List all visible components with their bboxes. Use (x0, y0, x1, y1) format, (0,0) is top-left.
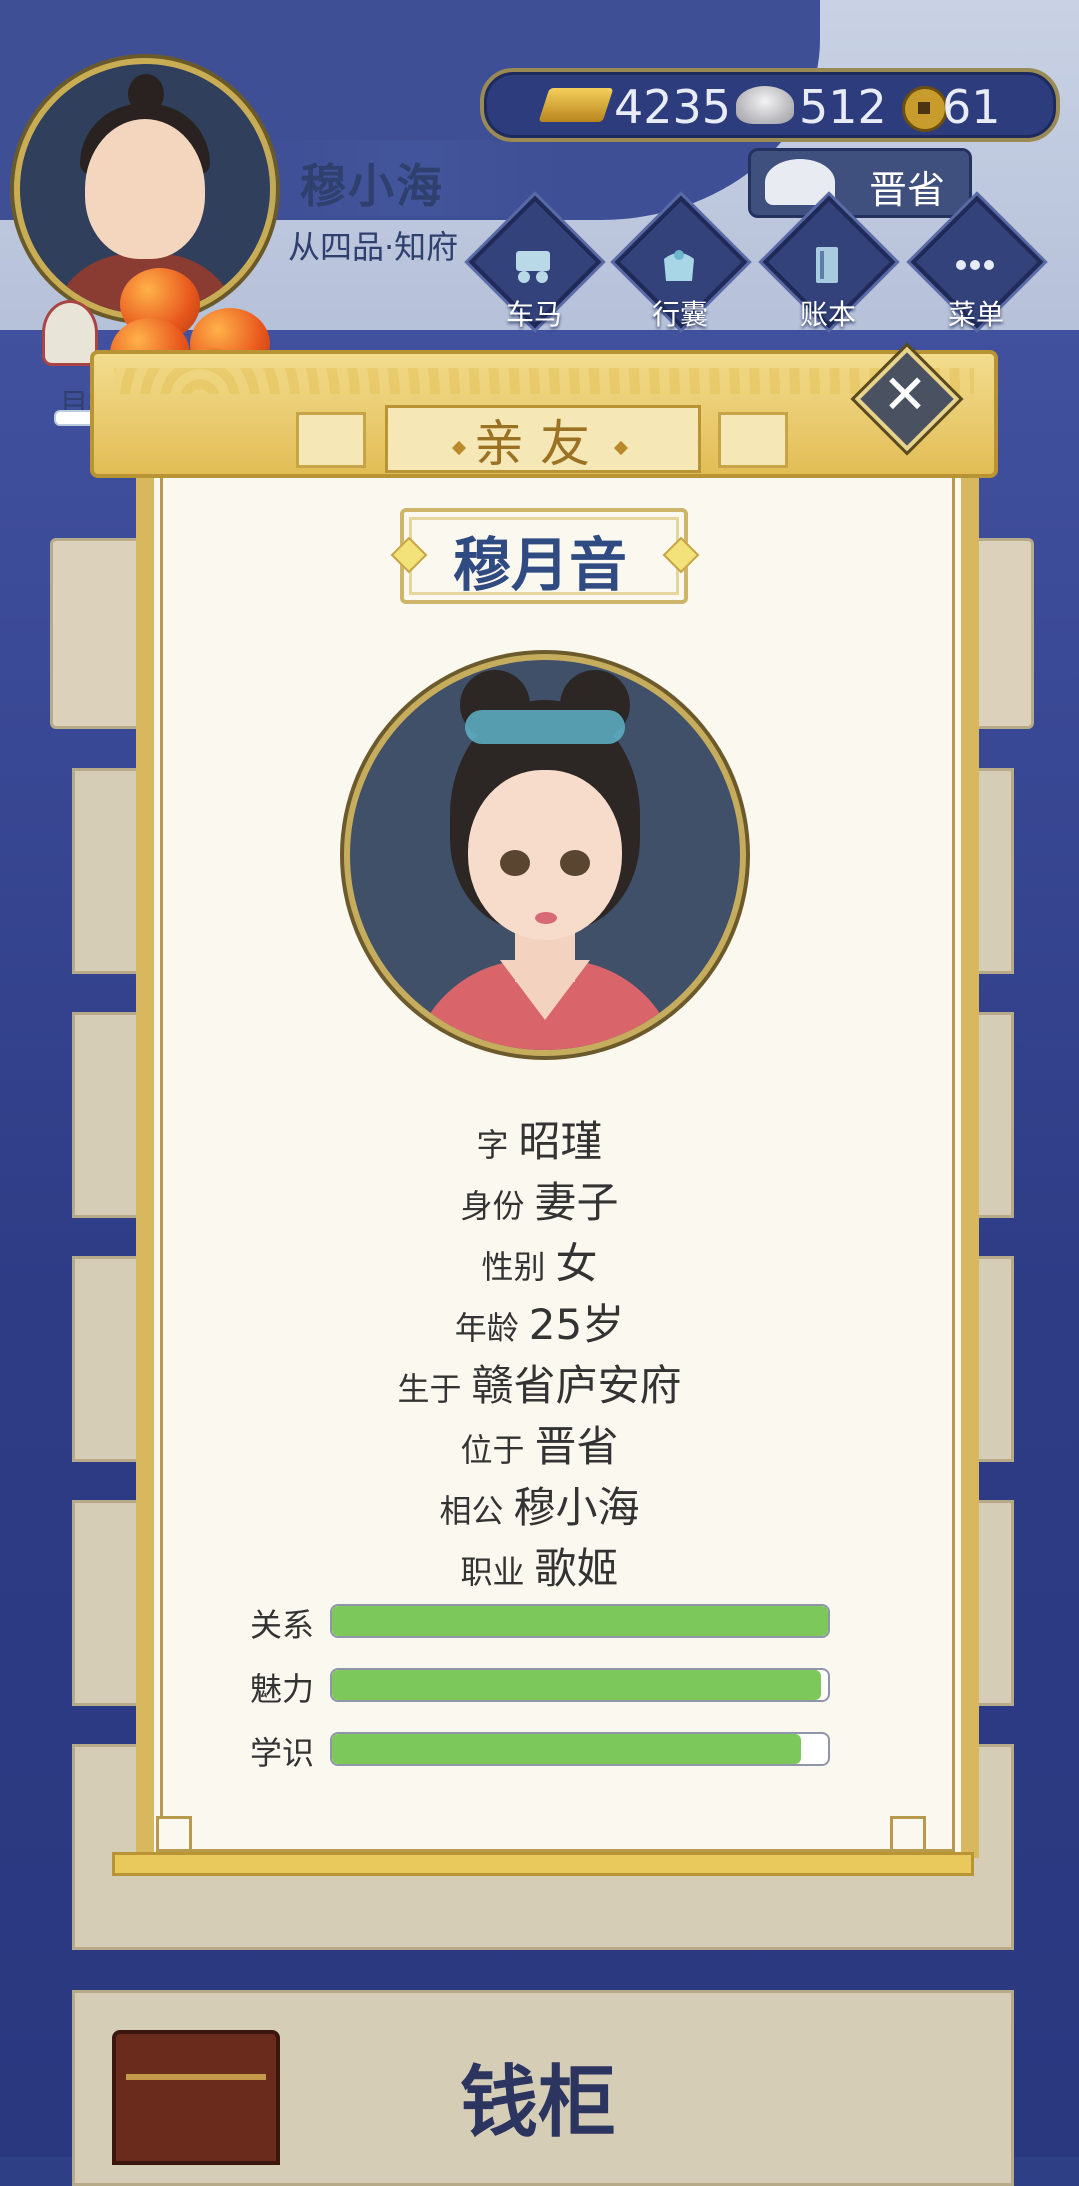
stat-fill (332, 1734, 801, 1764)
detail-row-location: 位于 晋省 (0, 1413, 1079, 1474)
character-portrait (344, 654, 746, 1056)
stat-bar-relationship (330, 1604, 830, 1638)
detail-value: 赣省庐安府 (471, 1361, 682, 1410)
detail-value: 昭瑾 (518, 1117, 603, 1166)
detail-value: 穆小海 (513, 1483, 640, 1532)
stat-fill (332, 1670, 821, 1700)
modal-bottom-rod (112, 1852, 974, 1876)
detail-value: 妻子 (534, 1178, 619, 1227)
stat-label-relationship: 关系 (250, 1606, 315, 1644)
title-ornament (296, 412, 366, 468)
detail-row-identity: 身份 妻子 (0, 1169, 1079, 1230)
character-name: 穆月音 (452, 531, 627, 599)
stat-label-charm: 魅力 (250, 1670, 315, 1708)
detail-row-occupation: 职业 歌姬 (0, 1535, 1079, 1596)
detail-value: 歌姬 (534, 1544, 619, 1593)
detail-row-gender: 性别女 (0, 1230, 1079, 1291)
detail-label: 位于 (460, 1431, 525, 1469)
stat-bar-knowledge (330, 1732, 830, 1766)
detail-label: 职业 (460, 1553, 525, 1591)
detail-label: 年龄 (454, 1309, 519, 1347)
stat-label-knowledge: 学识 (250, 1734, 315, 1772)
detail-value: 晋省 (534, 1422, 619, 1471)
detail-value: 25岁 (528, 1300, 625, 1349)
title-ornament (718, 412, 788, 468)
frame-corner (156, 1816, 192, 1852)
detail-row-courtesy-name: 字昭瑾 (0, 1108, 1079, 1169)
detail-value: 女 (555, 1239, 598, 1288)
stat-fill (332, 1606, 828, 1636)
detail-label: 生于 (397, 1370, 462, 1408)
modal-title-text: 亲友 (474, 415, 606, 473)
stat-bar-charm (330, 1668, 830, 1702)
detail-label: 字 (476, 1126, 509, 1164)
modal-title: 亲友 (385, 404, 695, 476)
close-icon[interactable]: ✕ (872, 364, 938, 430)
detail-label: 相公 (439, 1492, 504, 1530)
detail-label: 身份 (460, 1187, 525, 1225)
frame-corner (890, 1816, 926, 1852)
detail-row-birthplace: 生于 赣省庐安府 (0, 1352, 1079, 1413)
detail-row-husband: 相公 穆小海 (0, 1474, 1079, 1535)
detail-label: 性别 (481, 1248, 546, 1286)
detail-row-age: 年龄 25岁 (0, 1291, 1079, 1352)
